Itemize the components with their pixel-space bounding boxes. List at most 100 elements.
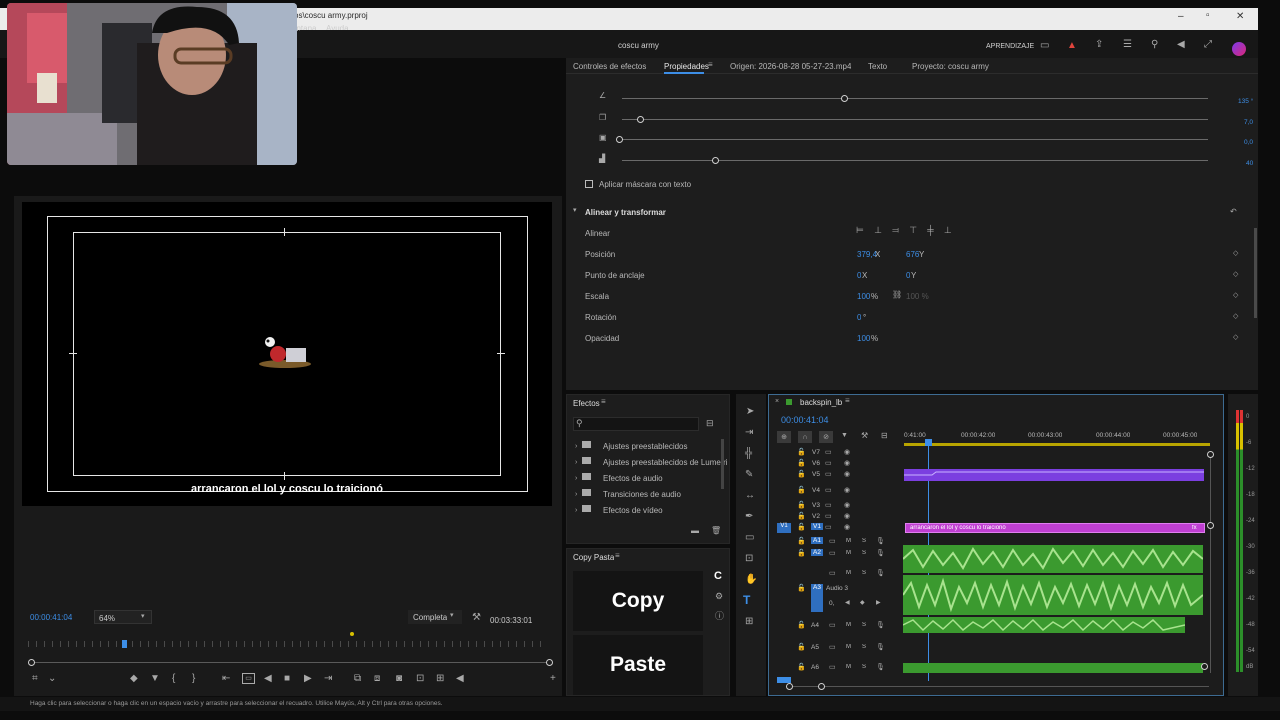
safe-margins-icon[interactable]: ▭ [242,673,255,684]
new-folder-icon[interactable]: ▬ [691,527,699,535]
opacity-value[interactable]: 100 [857,334,870,343]
avatar[interactable] [1232,42,1246,56]
add-marker-icon[interactable]: ▼ [150,674,160,684]
tab-text[interactable]: Texto [868,62,887,71]
add-marker-icon[interactable]: ▼ [841,432,848,439]
stop-icon[interactable]: ■ [284,674,290,684]
solo-button[interactable]: S [862,538,866,544]
solo-button[interactable]: S [862,644,866,650]
lock-icon[interactable]: 🔓 [797,513,806,520]
compare-icon[interactable]: ⊡ [416,674,424,684]
nest-icon[interactable]: ⊕ [777,431,791,443]
sync-icon[interactable]: ▭ [825,460,832,467]
timeline-vscroll[interactable] [1210,453,1211,673]
lock-icon[interactable]: 🔓 [797,622,806,629]
snap-icon[interactable]: ∩ [798,431,812,443]
hscroll-handle-left[interactable] [786,683,793,690]
sync-icon[interactable]: ▭ [825,449,832,456]
hand-tool-icon[interactable]: ✋ [745,575,757,585]
menu-icon[interactable]: ≡ [615,552,620,560]
sync-icon[interactable]: ▭ [825,487,832,494]
program-canvas[interactable]: arrancaron el lol y coscu lo traicionó [22,202,552,506]
fullscreen-icon[interactable]: ⤢ [1204,40,1212,50]
scrub-start-handle[interactable] [28,659,35,666]
learning-button[interactable]: APRENDIZAJE [986,43,1034,50]
vr-icon[interactable]: ⊞ [436,674,444,684]
text-clip-v1[interactable]: arrancaron el lol y coscu lo traicionó f… [905,523,1205,533]
menu-icon[interactable]: ≡ [601,398,606,406]
marker-icon[interactable]: ◆ [130,674,138,684]
blur-slider-knob[interactable] [616,136,623,143]
audio-clip-a2[interactable] [903,545,1203,573]
solo-button[interactable]: S [862,570,866,576]
mic-icon[interactable]: 🎙 [876,664,885,671]
quality-select[interactable]: Completa ▾ [408,610,462,624]
mosaic-tool-icon[interactable]: ⊡ [745,554,753,564]
program-timecode[interactable]: 00:00:41:04 [30,613,72,622]
mute-button[interactable]: M [846,550,851,556]
step-back-icon[interactable]: ◀ [264,674,272,684]
lock-icon[interactable]: 🔓 [797,538,806,545]
position-y-value[interactable]: 676 [906,250,919,259]
track-select-tool-icon[interactable]: ⇥ [745,428,753,438]
scrub-end-handle[interactable] [546,659,553,666]
eye-icon[interactable]: ◉ [844,502,850,509]
hscroll-handle-right[interactable] [818,683,825,690]
mic-icon[interactable]: 🎙 [876,550,885,557]
eye-icon[interactable]: ◉ [844,460,850,467]
tab-source[interactable]: Origen: 2026-08-28 05-27-23.mp4 [730,62,851,71]
scrub-bar[interactable] [32,662,552,663]
time-ruler[interactable] [28,641,548,647]
tab-properties[interactable]: Propiedades [664,62,709,71]
solo-button[interactable]: S [862,622,866,628]
slip-tool-icon[interactable]: ↔ [745,491,755,501]
anchor-y-value[interactable]: 0 [906,271,910,280]
mask-checkbox[interactable] [585,180,593,188]
effects-item[interactable]: › Ajustes preestablecidos de Lumetri [575,457,728,473]
playhead-handle[interactable] [925,439,932,446]
mute-button[interactable]: M [846,622,851,628]
timeline-timecode[interactable]: 00:00:41:04 [781,415,829,425]
maximize-button[interactable]: ▫ [1206,11,1210,21]
mark-out-icon[interactable]: } [192,674,195,684]
playhead-marker[interactable] [122,640,127,648]
go-to-in-icon[interactable]: ⇤ [222,674,230,684]
menu-icon[interactable]: ≡ [708,61,713,69]
overwrite-icon[interactable]: ⧈ [374,674,380,684]
distance-slider[interactable] [622,119,1208,120]
props-scrollbar[interactable] [1254,228,1257,318]
minimize-button[interactable]: – [1178,12,1184,22]
sync-icon[interactable]: ▭ [825,513,832,520]
track-label[interactable]: A1 [811,537,823,544]
close-icon[interactable]: × [775,398,779,405]
trash-icon[interactable]: 🗑 [711,527,721,535]
blur-slider[interactable] [622,139,1208,140]
size-value[interactable]: 40 [1246,160,1253,167]
vscroll-handle[interactable] [1207,522,1214,529]
angle-value[interactable]: 135 ° [1238,98,1253,105]
mic-icon[interactable]: 🎙 [876,622,885,629]
sync-icon[interactable]: ▭ [829,664,836,671]
work-area-bar[interactable] [904,443,1210,446]
lock-icon[interactable]: 🔓 [797,585,806,592]
search-icon[interactable]: ⚲ [1151,40,1158,50]
sync-icon[interactable]: ▭ [829,570,836,577]
effects-search-input[interactable]: ⚲ [573,417,699,431]
accelerated-icon[interactable]: ⊟ [706,419,714,428]
align-right-icon[interactable]: ⫤ [892,226,899,235]
eye-icon[interactable]: ◉ [844,449,850,456]
mark-in-icon[interactable]: { [172,674,175,684]
close-button[interactable]: ✕ [1236,12,1244,22]
camera-icon[interactable]: ◙ [396,674,402,684]
align-top-icon[interactable]: ⊤ [909,226,917,235]
insert-icon[interactable]: ⧉ [354,674,361,684]
effects-item[interactable]: › Ajustes preestablecidos [575,441,725,457]
volume-icon[interactable]: ◀ [1177,40,1185,50]
eye-icon[interactable]: ◉ [844,513,850,520]
anchor-x-value[interactable]: 0 [857,271,861,280]
lock-icon[interactable]: 🔓 [797,449,806,456]
effects-item[interactable]: › Efectos de audio [575,473,725,489]
sync-icon[interactable]: ▭ [829,538,836,545]
lock-icon[interactable]: 🔓 [797,524,806,531]
sync-icon[interactable]: ▭ [829,644,836,651]
